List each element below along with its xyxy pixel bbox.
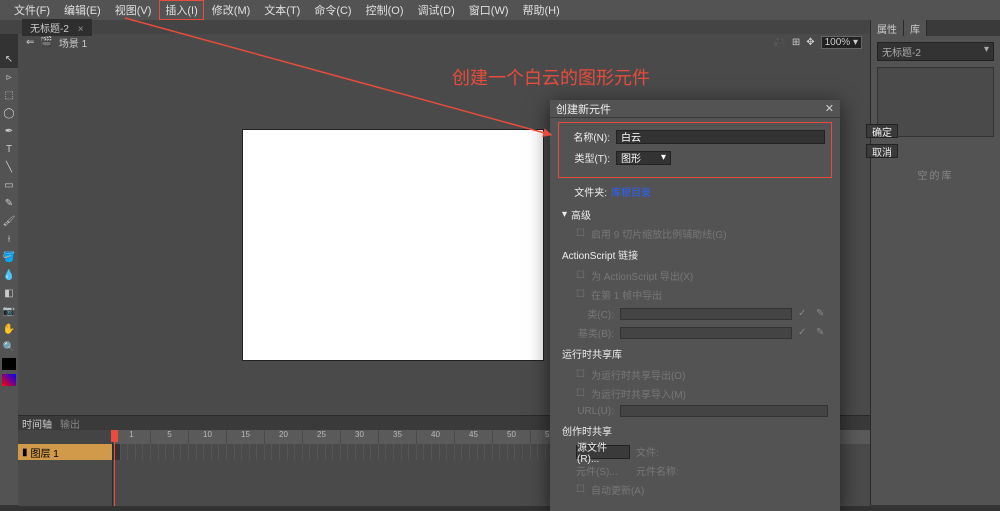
playhead[interactable] xyxy=(114,430,115,506)
text-tool[interactable]: T xyxy=(0,140,18,158)
menu-bar: 文件(F)编辑(E)视图(V)插入(I)修改(M)文本(T)命令(C)控制(O)… xyxy=(0,0,1000,20)
fill-swatch[interactable] xyxy=(2,374,16,386)
checkbox-icon: ☐ xyxy=(576,369,585,380)
checkbox-icon: ☐ xyxy=(576,388,585,399)
dropper-tool[interactable]: 💧 xyxy=(0,266,18,284)
library-doc: 无标题-2 xyxy=(882,44,921,59)
as-linkage-label: ActionScript 链接 xyxy=(562,247,828,262)
menu-item[interactable]: 帮助(H) xyxy=(517,0,566,20)
library-empty-text: 空的库 xyxy=(877,167,994,182)
timeline-tab[interactable]: 时间轴 xyxy=(22,416,52,431)
camera-icon[interactable]: 🎥 xyxy=(773,37,785,48)
cancel-button[interactable]: 取消 xyxy=(866,144,898,158)
output-tab[interactable]: 输出 xyxy=(60,416,80,431)
document-tab[interactable]: 无标题-2 × xyxy=(22,19,92,36)
create-symbol-dialog: 创建新元件 ✕ 名称(N): 类型(T): 图形 ▾ 文件夹: 库根目录 ▾ 高… xyxy=(550,100,840,511)
menu-item[interactable]: 插入(I) xyxy=(159,0,203,20)
menu-item[interactable]: 文件(F) xyxy=(8,0,56,20)
authoring-label: 创作时共享 xyxy=(562,423,828,438)
chevron-down-icon[interactable]: ▾ xyxy=(984,44,989,59)
right-panel: 属性 库 无标题-2 ▾ 空的库 xyxy=(870,20,1000,505)
bone-tool[interactable]: ⟊ xyxy=(0,230,18,248)
annotation-text: 创建一个白云的图形元件 xyxy=(452,64,650,90)
chevron-down-icon: ▾ xyxy=(661,152,666,163)
menu-item[interactable]: 视图(V) xyxy=(109,0,158,20)
source-file-button[interactable]: 源文件(R)... xyxy=(576,445,630,459)
menu-item[interactable]: 文本(T) xyxy=(258,0,306,20)
pencil-icon: ✎ xyxy=(816,327,828,339)
scene-icon: 🎬 xyxy=(40,37,52,48)
name-input[interactable] xyxy=(616,130,825,144)
free-transform-tool[interactable]: ⬚ xyxy=(0,86,18,104)
checkbox-icon: ☐ xyxy=(576,228,585,239)
line-tool[interactable]: ╲ xyxy=(0,158,18,176)
brush-tool[interactable]: 🖌 xyxy=(0,212,18,230)
menu-item[interactable]: 控制(O) xyxy=(360,0,410,20)
menu-item[interactable]: 命令(C) xyxy=(308,0,357,20)
menu-item[interactable]: 窗口(W) xyxy=(463,0,515,20)
checkbox-icon: ☐ xyxy=(576,289,585,300)
layer-list: ▮ 图层 1 xyxy=(18,430,113,506)
pen-tool[interactable]: ✒ xyxy=(0,122,18,140)
tab-library[interactable]: 库 xyxy=(904,20,927,36)
folder-link[interactable]: 库根目录 xyxy=(611,184,651,199)
stroke-swatch[interactable] xyxy=(2,358,16,370)
advanced-toggle[interactable]: ▾ 高级 xyxy=(562,207,828,222)
name-label: 名称(N): xyxy=(565,129,610,144)
tab-properties[interactable]: 属性 xyxy=(871,20,904,36)
check-icon: ✓ xyxy=(798,327,810,339)
scene-bar: ⇐ 🎬 场景 1 🎥 ⊞ ✥ 100% ▾ xyxy=(18,34,870,50)
camera-tool[interactable]: 📷 xyxy=(0,302,18,320)
check-icon: ✓ xyxy=(798,308,810,320)
selection-tool[interactable]: ↖ xyxy=(0,50,18,68)
document-tab-bar: 无标题-2 × xyxy=(0,20,1000,34)
runtime-share-label: 运行时共享库 xyxy=(562,346,828,361)
checkbox-icon: ☐ xyxy=(576,484,585,495)
dialog-title: 创建新元件 xyxy=(556,101,611,117)
menu-item[interactable]: 编辑(E) xyxy=(58,0,107,20)
class-input xyxy=(620,308,792,320)
rect-tool[interactable]: ▭ xyxy=(0,176,18,194)
fit-icon[interactable]: ⊞ xyxy=(792,37,800,48)
layer-row[interactable]: ▮ 图层 1 xyxy=(18,444,112,460)
folder-label: 文件夹: xyxy=(562,184,607,199)
bucket-tool[interactable]: 🪣 xyxy=(0,248,18,266)
chevron-down-icon: ▾ xyxy=(562,209,567,220)
type-select[interactable]: 图形 ▾ xyxy=(616,151,671,165)
close-icon[interactable]: × xyxy=(78,24,84,35)
center-icon[interactable]: ✥ xyxy=(806,37,814,48)
lasso-tool[interactable]: ◯ xyxy=(0,104,18,122)
back-icon[interactable]: ⇐ xyxy=(26,37,34,48)
menu-item[interactable]: 修改(M) xyxy=(206,0,257,20)
close-icon[interactable]: ✕ xyxy=(825,102,834,115)
scene-label: 场景 1 xyxy=(59,35,87,50)
checkbox-icon: ☐ xyxy=(576,270,585,281)
tool-panel: ↖ ▹ ⬚ ◯ ✒ T ╲ ▭ ✎ 🖌 ⟊ 🪣 💧 ◧ 📷 ✋ 🔍 xyxy=(0,50,18,505)
layer-icon: ▮ xyxy=(22,447,28,458)
document-tab-label: 无标题-2 xyxy=(30,24,69,35)
zoom-select[interactable]: 100% ▾ xyxy=(821,36,862,49)
type-label: 类型(T): xyxy=(565,150,610,165)
zoom-tool[interactable]: 🔍 xyxy=(0,338,18,356)
pencil-icon: ✎ xyxy=(816,308,828,320)
base-input xyxy=(620,327,792,339)
hand-tool[interactable]: ✋ xyxy=(0,320,18,338)
url-input xyxy=(620,405,828,417)
ok-button[interactable]: 确定 xyxy=(866,124,898,138)
layer-header xyxy=(18,430,112,444)
layer-name: 图层 1 xyxy=(31,445,59,460)
eraser-tool[interactable]: ◧ xyxy=(0,284,18,302)
menu-item[interactable]: 调试(D) xyxy=(412,0,461,20)
stage[interactable] xyxy=(243,130,543,360)
subselect-tool[interactable]: ▹ xyxy=(0,68,18,86)
pencil-tool[interactable]: ✎ xyxy=(0,194,18,212)
